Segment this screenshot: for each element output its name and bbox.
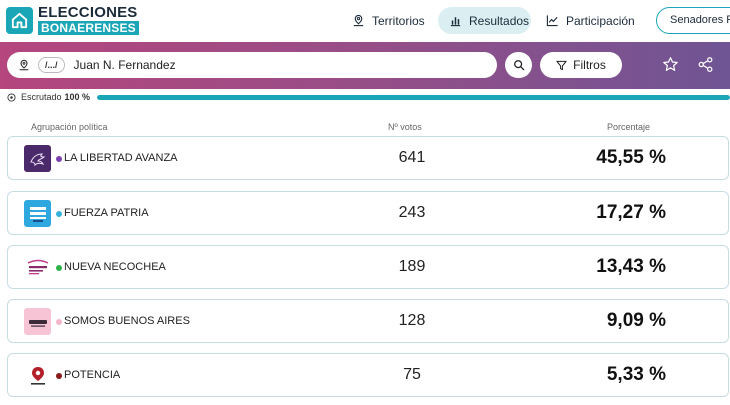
search-button[interactable] [505,52,532,78]
percentage-value: 45,55 % [596,147,666,168]
nav-participacion-label: Participación [566,13,635,28]
party-name: SOMOS BUENOS AIRES [64,315,190,327]
breadcrumb-chip[interactable]: /.../ [38,57,65,73]
nav-participacion[interactable]: Participación [546,7,636,34]
search-icon [513,60,524,71]
bar-chart-icon [450,17,461,27]
nav-territorios[interactable]: Territorios [352,7,430,34]
header-party: Agrupación política [31,122,108,132]
location-pin-icon [19,59,29,71]
party-name: NUEVA NECOCHEA [64,261,166,273]
party-color-dot [56,373,62,379]
votes-count: 243 [398,204,426,221]
map-pin-icon [353,14,364,27]
result-row-nueva-necochea[interactable]: NUEVA NECOCHEA 189 13,43 % [7,245,729,289]
nav-territorios-label: Territorios [372,13,425,28]
nav-resultados[interactable]: Resultados [438,7,531,34]
party-name: FUERZA PATRIA [64,207,149,219]
escrutado-status: Escrutado 100 % [7,92,90,102]
somos-logo-icon [24,308,51,335]
party-name: POTENCIA [64,369,121,381]
location-search-field[interactable]: /.../ Juan N. Fernandez [7,52,497,78]
result-row-somos-buenos-aires[interactable]: SOMOS BUENOS AIRES 128 9,09 % [7,299,729,343]
senadores-button[interactable]: Senadores Pro [656,7,730,34]
lion-icon [24,145,51,172]
filters-label: Filtros [573,58,606,72]
party-color-dot [56,211,62,217]
party-name: LA LIBERTAD AVANZA [64,152,178,164]
logo-title: ELECCIONES [38,4,138,21]
percentage-value: 13,43 % [596,256,666,277]
party-color-dot [56,265,62,271]
votes-count: 641 [398,149,426,166]
escrutado-label: Escrutado [21,92,62,102]
result-row-potencia[interactable]: POTENCIA 75 5,33 % [7,353,729,397]
result-row-fuerza-patria[interactable]: FUERZA PATRIA 243 17,27 % [7,191,729,235]
percentage-value: 17,27 % [596,202,666,223]
header-votes: Nº votos [388,122,422,132]
filters-button[interactable]: Filtros [540,52,622,78]
filter-icon [556,60,567,70]
logo-subtitle: BONAERENSES [38,21,139,35]
potencia-logo-icon [24,362,51,389]
line-chart-icon [546,15,558,27]
star-icon[interactable] [662,56,679,73]
party-color-dot [56,319,62,325]
top-bar: ELECCIONES BONAERENSES Territorios Resul… [0,0,730,42]
home-icon [6,7,33,34]
app-logo[interactable]: ELECCIONES BONAERENSES [6,5,139,36]
share-icon[interactable] [697,56,714,73]
votes-count: 128 [398,312,426,329]
header-percentage: Porcentaje [607,122,651,132]
nueva-necochea-logo-icon [24,254,51,281]
votes-count: 75 [403,366,421,383]
percentage-value: 5,33 % [606,364,666,385]
party-color-dot [56,156,62,162]
nav-resultados-label: Resultados [469,13,530,28]
votes-count: 189 [398,258,426,275]
escrutado-progress-fill [97,95,730,100]
escrutado-progress-bar [97,95,730,100]
flag-icon [24,200,51,227]
result-row-la-libertad-avanza[interactable]: LA LIBERTAD AVANZA 641 45,55 % [7,136,729,180]
percentage-value: 9,09 % [606,310,666,331]
escrutado-value: 100 % [64,92,91,102]
target-icon [7,92,16,102]
search-band: /.../ Juan N. Fernandez Filtros [0,42,730,89]
search-value: Juan N. Fernandez [73,58,176,72]
